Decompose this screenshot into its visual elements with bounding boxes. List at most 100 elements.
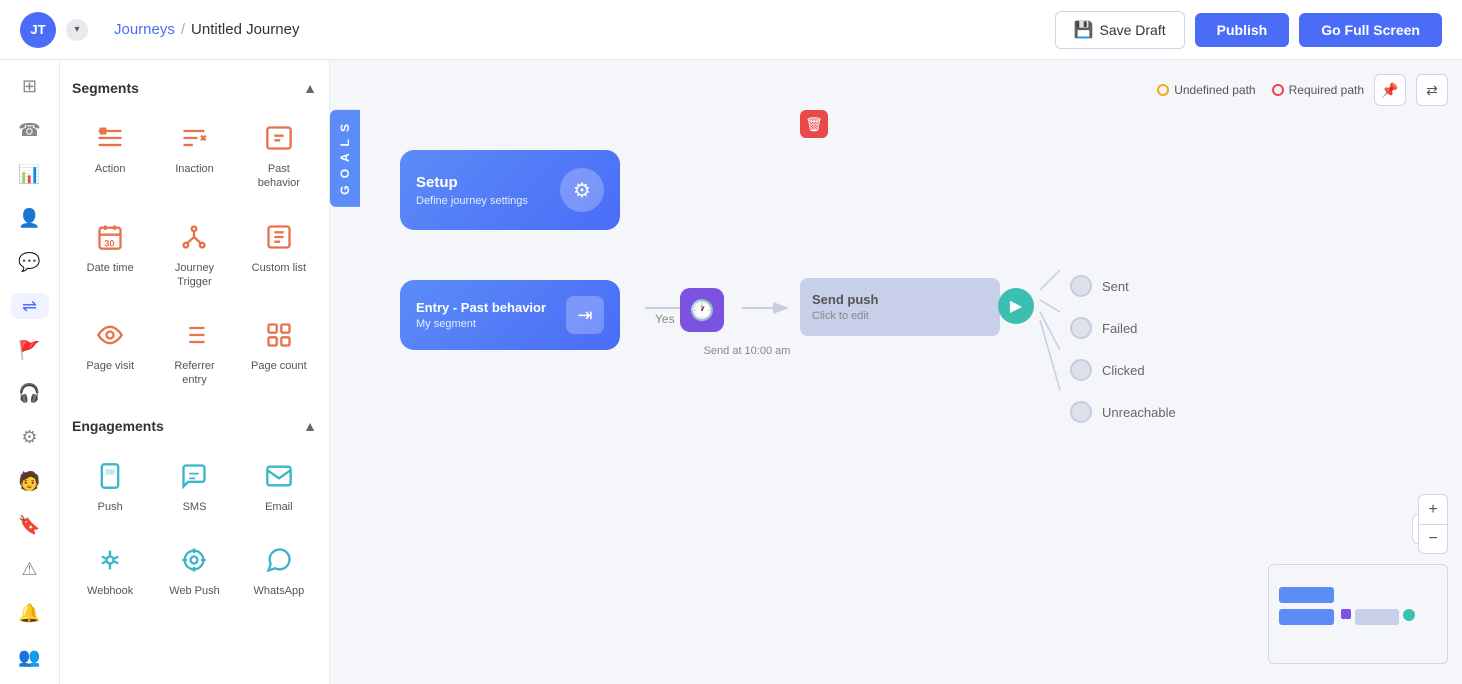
page-count-icon	[261, 317, 297, 353]
clicked-label: Clicked	[1102, 363, 1145, 378]
engagements-grid: Push SMS Email Webhook	[72, 448, 317, 609]
past-behavior-label: Past behavior	[247, 162, 311, 191]
minimap-push-node	[1355, 609, 1399, 625]
segments-section-header: Segments ▲	[72, 80, 317, 96]
outcome-clicked: Clicked	[1070, 359, 1176, 381]
nav-item-group[interactable]: 👥	[11, 644, 49, 670]
entry-node-icon: ⇥	[566, 296, 604, 334]
sent-dot	[1070, 275, 1092, 297]
push-arrow-node: ▶	[998, 288, 1034, 324]
minimap-arrow-node	[1403, 609, 1415, 621]
nav-item-settings[interactable]: ⚙	[11, 425, 49, 451]
required-path-dot	[1272, 84, 1284, 96]
minimap-inner	[1269, 565, 1447, 663]
engagements-title: Engagements	[72, 418, 164, 434]
main-layout: ⊞ ☎ 📊 👤 💬 ⇌ 🚩 🎧 ⚙ 🧑 🔖 ⚠ 🔔 👥 Segments ▲ A…	[0, 60, 1462, 684]
nav-item-bell[interactable]: 🔔	[11, 600, 49, 626]
referrer-entry-label: Referrer entry	[162, 359, 226, 388]
action-icon	[92, 120, 128, 156]
nav-item-journey[interactable]: ⇌	[11, 293, 49, 319]
segment-custom-list[interactable]: Custom list	[241, 209, 317, 300]
segment-past-behavior[interactable]: Past behavior	[241, 110, 317, 201]
nav-item-bookmark[interactable]: 🔖	[11, 513, 49, 539]
zoom-out-button[interactable]: −	[1418, 524, 1448, 554]
sms-icon	[176, 458, 212, 494]
nav-item-phone[interactable]: ☎	[11, 118, 49, 144]
nav-item-grid[interactable]: ⊞	[11, 74, 49, 100]
nav-item-person[interactable]: 🧑	[11, 469, 49, 495]
wait-node[interactable]: 🕐	[680, 288, 724, 332]
topbar: JT ▾ Journeys / Untitled Journey 💾 Save …	[0, 0, 1462, 60]
save-draft-button[interactable]: 💾 Save Draft	[1055, 11, 1185, 49]
engagement-webhook[interactable]: Webhook	[72, 532, 148, 608]
canvas-toolbar: Undefined path Required path 📌 ⇄	[1157, 74, 1448, 106]
segment-journey-trigger[interactable]: Journey Trigger	[156, 209, 232, 300]
failed-dot	[1070, 317, 1092, 339]
push-delete-button[interactable]: 🗑	[800, 110, 828, 138]
segment-action[interactable]: Action	[72, 110, 148, 201]
unreachable-label: Unreachable	[1102, 405, 1176, 420]
nav-item-warning[interactable]: ⚠	[11, 556, 49, 582]
required-path-legend: Required path	[1272, 83, 1364, 97]
page-visit-label: Page visit	[86, 359, 134, 373]
segments-toggle[interactable]: ▲	[303, 80, 317, 96]
engagement-push[interactable]: Push	[72, 448, 148, 524]
custom-list-label: Custom list	[252, 261, 306, 275]
segment-date-time[interactable]: 30 Date time	[72, 209, 148, 300]
whatsapp-icon	[261, 542, 297, 578]
segment-referrer-entry[interactable]: Referrer entry	[156, 307, 232, 398]
minimap-setup-node	[1279, 587, 1334, 603]
nav-item-users[interactable]: 👤	[11, 206, 49, 232]
entry-node[interactable]: Entry - Past behavior My segment ⇥	[400, 280, 620, 350]
nav-item-flag[interactable]: 🚩	[11, 337, 49, 363]
pin-button[interactable]: 📌	[1374, 74, 1406, 106]
path-legend: Undefined path Required path	[1157, 83, 1364, 97]
nav-item-headset[interactable]: 🎧	[11, 381, 49, 407]
sidebar-panel: Segments ▲ Action Inaction	[60, 60, 330, 684]
engagement-whatsapp[interactable]: WhatsApp	[241, 532, 317, 608]
journey-trigger-icon	[176, 219, 212, 255]
fullscreen-button[interactable]: Go Full Screen	[1299, 13, 1442, 47]
push-label: Push	[98, 500, 123, 514]
entry-node-text: Entry - Past behavior My segment	[416, 300, 546, 330]
engagement-sms[interactable]: SMS	[156, 448, 232, 524]
segment-inaction[interactable]: Inaction	[156, 110, 232, 201]
setup-node[interactable]: Setup Define journey settings ⚙	[400, 150, 620, 230]
email-icon	[261, 458, 297, 494]
segment-page-count[interactable]: Page count	[241, 307, 317, 398]
undefined-path-label: Undefined path	[1174, 83, 1255, 97]
nav-item-chart[interactable]: 📊	[11, 162, 49, 188]
date-time-icon: 30	[92, 219, 128, 255]
webhook-icon	[92, 542, 128, 578]
segments-title: Segments	[72, 80, 139, 96]
inaction-icon	[176, 120, 212, 156]
push-node-text: Send push Click to edit	[812, 292, 878, 322]
avatar-dropdown[interactable]: ▾	[66, 19, 88, 41]
canvas-area: G O A L S Undefined path Required path 📌…	[330, 60, 1462, 684]
breadcrumb: Journeys / Untitled Journey	[114, 21, 299, 38]
engagement-email[interactable]: Email	[241, 448, 317, 524]
svg-text:30: 30	[104, 238, 114, 248]
publish-button[interactable]: Publish	[1195, 13, 1290, 47]
journeys-link[interactable]: Journeys	[114, 21, 175, 38]
web-push-icon	[176, 542, 212, 578]
push-node-title: Send push	[812, 292, 878, 307]
icon-nav: ⊞ ☎ 📊 👤 💬 ⇌ 🚩 🎧 ⚙ 🧑 🔖 ⚠ 🔔 👥	[0, 60, 60, 684]
sms-label: SMS	[183, 500, 207, 514]
zoom-in-button[interactable]: +	[1418, 494, 1448, 524]
engagements-toggle[interactable]: ▲	[303, 418, 317, 434]
setup-node-title: Setup	[416, 174, 528, 191]
minimap-entry-node	[1279, 609, 1334, 625]
minimap-wait-node	[1341, 609, 1351, 619]
swap-button[interactable]: ⇄	[1416, 74, 1448, 106]
clicked-dot	[1070, 359, 1092, 381]
avatar-button[interactable]: JT	[20, 12, 56, 48]
setup-gear-icon: ⚙	[560, 168, 604, 212]
undefined-path-legend: Undefined path	[1157, 83, 1255, 97]
save-icon: 💾	[1074, 20, 1094, 40]
engagement-web-push[interactable]: Web Push	[156, 532, 232, 608]
push-node[interactable]: Send push Click to edit	[800, 278, 1000, 336]
nav-item-chat[interactable]: 💬	[11, 249, 49, 275]
journey-trigger-label: Journey Trigger	[162, 261, 226, 290]
segment-page-visit[interactable]: Page visit	[72, 307, 148, 398]
